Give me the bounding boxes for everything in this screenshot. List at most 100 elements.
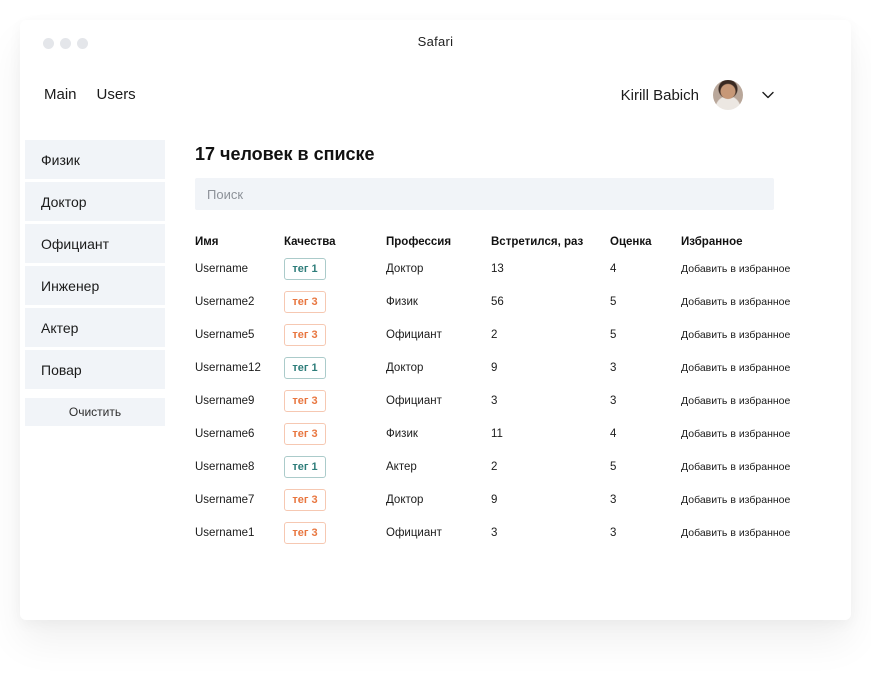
col-profession-header[interactable]: Профессия	[386, 232, 491, 252]
cell-rating: 3	[610, 394, 617, 407]
cell-tags: тег 3	[284, 417, 386, 450]
table-row: Username7 тег 3 Доктор 9 3 Добавить в избранн…	[195, 483, 811, 516]
cell-profession: Физик	[386, 427, 418, 440]
sidebar-item[interactable]: Повар	[25, 350, 165, 389]
cell-tags: тег 1	[284, 351, 386, 384]
cell-name: Username12	[195, 361, 261, 374]
cell-favorite: Добавить в избранное	[681, 351, 811, 384]
cell-profession: Доктор	[386, 493, 424, 506]
tag-badge[interactable]: тег 3	[284, 323, 326, 346]
cell-favorite: Добавить в избранное	[681, 384, 811, 417]
add-favorite-link[interactable]: Добавить в избранное	[681, 395, 790, 407]
cell-rating: 5	[610, 460, 617, 473]
tag-badge[interactable]: тег 3	[284, 488, 326, 511]
cell-tags: тег 1	[284, 450, 386, 483]
cell-rating: 5	[610, 295, 617, 308]
cell-name: Username7	[195, 493, 255, 506]
chevron-down-icon[interactable]	[761, 88, 775, 102]
cell-profession: Официант	[386, 328, 442, 341]
cell-favorite: Добавить в избранное	[681, 252, 811, 285]
table-row: Username6 тег 3 Физик 11 4 Добавить в избранн…	[195, 417, 811, 450]
main-content: 17 человек в списке Имя Качества Професс…	[195, 144, 835, 549]
cell-tags: тег 3	[284, 318, 386, 351]
tag-badge[interactable]: тег 3	[284, 422, 326, 445]
sidebar-item[interactable]: Актер	[25, 308, 165, 347]
add-favorite-link[interactable]: Добавить в избранное	[681, 263, 790, 275]
cell-rating: 3	[610, 493, 617, 506]
cell-tags: тег 3	[284, 483, 386, 516]
cell-met: 2	[491, 328, 498, 341]
col-favorite-header[interactable]: Избранное	[681, 232, 811, 252]
cell-met: 2	[491, 460, 498, 473]
users-table: Имя Качества Профессия Встретился, раз О…	[195, 232, 811, 549]
sidebar-item[interactable]: Инженер	[25, 266, 165, 305]
cell-favorite: Добавить в избранное	[681, 417, 811, 450]
table-row: Username12 тег 1 Доктор 9 3 Добавить в избран…	[195, 351, 811, 384]
sidebar-item[interactable]: Доктор	[25, 182, 165, 221]
user-menu[interactable]: Kirill Babich	[621, 80, 775, 110]
cell-favorite: Добавить в избранное	[681, 450, 811, 483]
cell-rating: 4	[610, 427, 617, 440]
cell-favorite: Добавить в избранное	[681, 285, 811, 318]
table-row: Username8 тег 1 Актер 2 5 Добавить в избранно…	[195, 450, 811, 483]
nav-users-link[interactable]: Users	[97, 86, 136, 103]
search-input[interactable]	[195, 178, 774, 210]
add-favorite-link[interactable]: Добавить в избранное	[681, 329, 790, 341]
add-favorite-link[interactable]: Добавить в избранное	[681, 362, 790, 374]
table-row: Username2 тег 3 Физик 56 5 Добавить в избранн…	[195, 285, 811, 318]
window-title: Safari	[417, 34, 454, 49]
nav-main-link[interactable]: Main	[44, 86, 77, 103]
tag-badge[interactable]: тег 1	[284, 257, 326, 280]
cell-name: Username	[195, 262, 249, 275]
cell-profession: Официант	[386, 394, 442, 407]
tag-badge[interactable]: тег 3	[284, 290, 326, 313]
avatar[interactable]	[713, 80, 743, 110]
table-row: Username тег 1 Доктор 13 4 Добавить в избранн…	[195, 252, 811, 285]
cell-profession: Официант	[386, 526, 442, 539]
cell-rating: 3	[610, 361, 617, 374]
cell-favorite: Добавить в избранное	[681, 483, 811, 516]
col-name-header[interactable]: Имя	[195, 232, 284, 252]
table-row: Username1 тег 3 Официант 3 3 Добавить в избра…	[195, 516, 811, 549]
cell-met: 56	[491, 295, 504, 308]
sidebar: Физик Доктор Официант Инженер Актер Повар Очи…	[25, 140, 165, 426]
add-favorite-link[interactable]: Добавить в избранное	[681, 296, 790, 308]
cell-favorite: Добавить в избранное	[681, 516, 811, 549]
user-name: Kirill Babich	[620, 86, 699, 104]
cell-profession: Доктор	[386, 262, 424, 275]
col-met-header[interactable]: Встретился, раз	[491, 232, 610, 252]
tag-badge[interactable]: тег 1	[284, 455, 326, 478]
cell-met: 11	[491, 427, 503, 440]
col-rating-header[interactable]: Оценка	[610, 232, 681, 252]
col-tags-header[interactable]: Качества	[284, 232, 386, 252]
tag-badge[interactable]: тег 1	[284, 356, 326, 379]
page-title: 17 человек в списке	[195, 144, 375, 164]
titlebar: Safari	[20, 20, 851, 66]
tag-badge[interactable]: тег 3	[284, 521, 326, 544]
add-favorite-link[interactable]: Добавить в избранное	[681, 461, 790, 473]
cell-met: 3	[491, 526, 498, 539]
add-favorite-link[interactable]: Добавить в избранное	[681, 494, 790, 506]
add-favorite-link[interactable]: Добавить в избранное	[681, 428, 790, 440]
cell-tags: тег 3	[284, 285, 386, 318]
cell-met: 13	[491, 262, 504, 275]
cell-rating: 4	[610, 262, 617, 275]
cell-profession: Физик	[386, 295, 418, 308]
clear-button[interactable]: Очистить	[25, 398, 165, 426]
cell-met: 3	[491, 394, 498, 407]
add-favorite-link[interactable]: Добавить в избранное	[681, 527, 790, 539]
cell-name: Username6	[195, 427, 255, 440]
sidebar-item[interactable]: Физик	[25, 140, 165, 179]
cell-rating: 5	[610, 328, 617, 341]
sidebar-item[interactable]: Официант	[25, 224, 165, 263]
cell-profession: Актер	[386, 460, 417, 473]
cell-name: Username1	[195, 526, 255, 539]
table-header: Имя Качества Профессия Встретился, раз О…	[195, 232, 811, 252]
cell-profession: Доктор	[386, 361, 424, 374]
table-row: Username5 тег 3 Официант 2 5 Добавить в избра…	[195, 318, 811, 351]
tag-badge[interactable]: тег 3	[284, 389, 326, 412]
cell-favorite: Добавить в избранное	[681, 318, 811, 351]
cell-rating: 3	[610, 526, 617, 539]
table-row: Username9 тег 3 Официант 3 3 Добавить в избра…	[195, 384, 811, 417]
cell-met: 9	[491, 493, 498, 506]
